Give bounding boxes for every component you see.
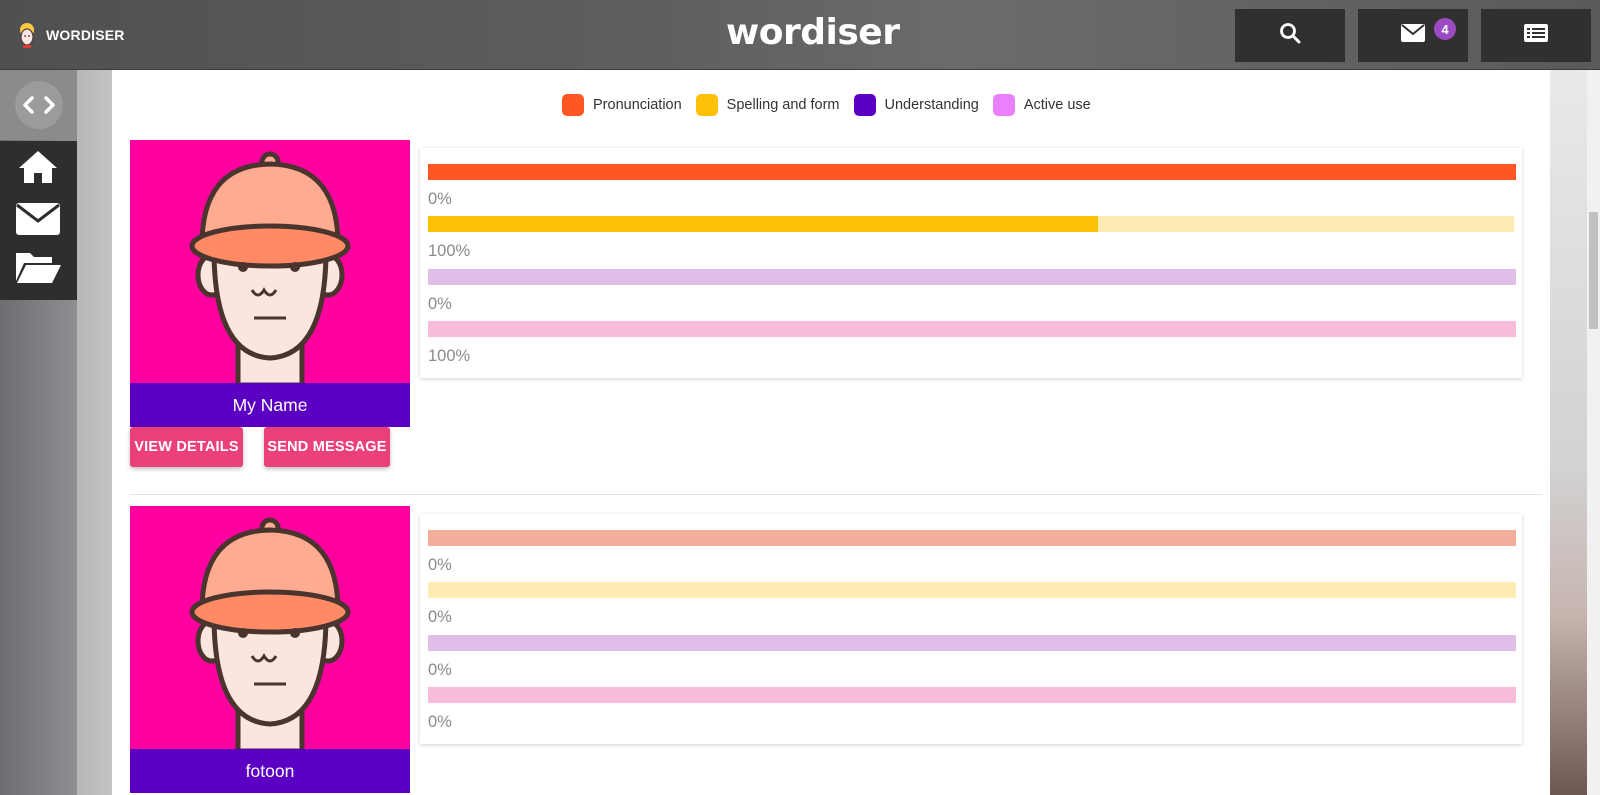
chart-legend: Pronunciation Spelling and form Understa… xyxy=(562,94,1105,116)
legend-label: Understanding xyxy=(884,97,979,113)
legend-item-active-use: Active use xyxy=(992,94,1091,116)
brand-avatar-icon xyxy=(18,22,36,48)
student-name: My Name xyxy=(130,383,410,427)
progress-panel: 0% 100% 0% 100% xyxy=(420,148,1522,378)
view-details-button[interactable]: VIEW DETAILS xyxy=(130,427,243,467)
brand-name: WORDISER xyxy=(46,27,125,43)
background-strip xyxy=(1550,70,1587,795)
messages-badge: 4 xyxy=(1434,18,1456,40)
folder-open-icon xyxy=(14,249,62,290)
progress-label: 100% xyxy=(428,242,471,260)
legend-label: Spelling and form xyxy=(726,97,840,113)
progress-fill xyxy=(428,164,1516,180)
sidebar-item-messages[interactable] xyxy=(14,201,62,241)
progress-track xyxy=(428,687,1516,703)
progress-label: 0% xyxy=(428,608,452,626)
sidebar-toggle[interactable] xyxy=(0,70,77,140)
student-avatar xyxy=(130,140,410,383)
sidebar-nav xyxy=(0,141,77,300)
top-bar: WORDISER wordiser 4 xyxy=(0,0,1600,70)
legend-swatch xyxy=(992,94,1015,116)
scrollbar-thumb[interactable] xyxy=(1589,212,1598,329)
search-icon xyxy=(1279,22,1301,49)
progress-track xyxy=(428,321,1516,337)
send-message-button[interactable]: SEND MESSAGE xyxy=(264,427,390,467)
student-avatar xyxy=(130,506,410,749)
legend-label: Active use xyxy=(1023,97,1091,113)
envelope-icon xyxy=(1401,24,1425,47)
progress-track xyxy=(428,216,1514,232)
progress-track xyxy=(428,530,1516,546)
legend-label: Pronunciation xyxy=(593,97,682,113)
legend-item-understanding: Understanding xyxy=(853,94,979,116)
legend-swatch xyxy=(695,94,718,116)
main-content: Pronunciation Spelling and form Understa… xyxy=(112,70,1550,795)
legend-item-spelling: Spelling and form xyxy=(695,94,840,116)
wordiser-logo[interactable]: wordiser xyxy=(726,12,900,53)
envelope-icon xyxy=(15,202,61,241)
divider xyxy=(130,494,1542,495)
sidebar-item-home[interactable] xyxy=(14,149,62,189)
progress-track xyxy=(428,164,1516,180)
progress-panel: 0% 0% 0% 0% xyxy=(420,514,1522,744)
page-scrollbar[interactable] xyxy=(1587,70,1600,795)
progress-label: 0% xyxy=(428,190,452,208)
student-card: fotoon 0% 0% 0% 0% xyxy=(130,506,1540,795)
sidebar xyxy=(0,70,77,795)
brand[interactable]: WORDISER xyxy=(18,22,125,48)
list-icon xyxy=(1524,24,1548,47)
progress-label: 100% xyxy=(428,347,471,365)
code-arrows-icon xyxy=(14,81,63,129)
messages-button[interactable]: 4 xyxy=(1358,9,1468,62)
progress-label: 0% xyxy=(428,295,452,313)
menu-list-button[interactable] xyxy=(1481,9,1591,62)
progress-track xyxy=(428,635,1516,651)
legend-item-pronunciation: Pronunciation xyxy=(562,94,682,116)
progress-track xyxy=(428,269,1516,285)
legend-swatch xyxy=(562,94,584,116)
student-name: fotoon xyxy=(130,749,410,793)
progress-label: 0% xyxy=(428,556,452,574)
progress-label: 0% xyxy=(428,661,452,679)
progress-track xyxy=(428,582,1516,598)
progress-label: 0% xyxy=(428,713,452,731)
search-button[interactable] xyxy=(1235,9,1345,62)
sidebar-item-folders[interactable] xyxy=(14,249,62,289)
legend-swatch xyxy=(853,94,876,116)
student-card: My Name VIEW DETAILS SEND MESSAGE 0% 100… xyxy=(130,140,1540,480)
progress-fill xyxy=(428,216,1099,232)
home-icon xyxy=(17,149,59,190)
